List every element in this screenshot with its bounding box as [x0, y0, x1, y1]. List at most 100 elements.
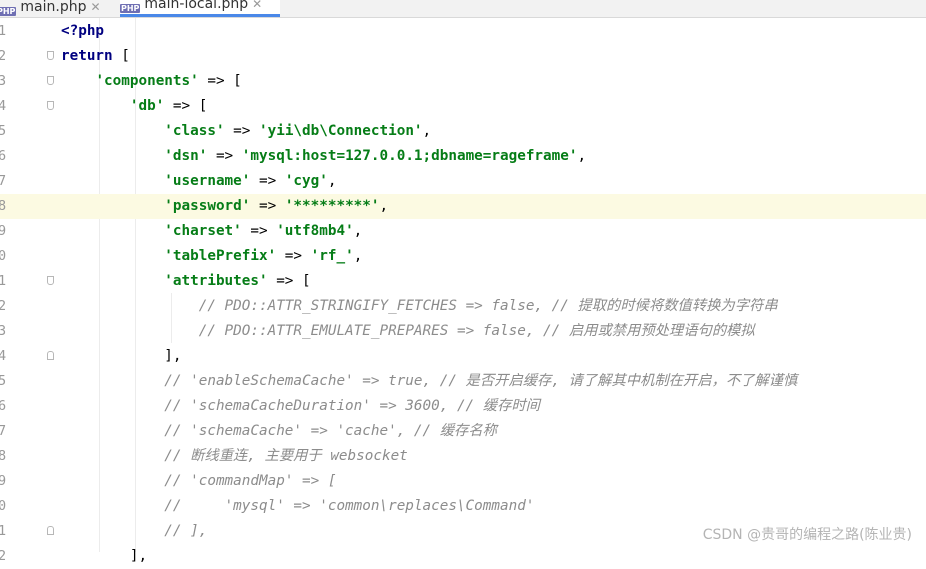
code-text: ], [61, 344, 182, 369]
code-text: return [ [61, 44, 130, 69]
code-line[interactable]: 2 ], [0, 544, 926, 569]
code-line[interactable]: 0 'tablePrefix' => 'rf_', [0, 244, 926, 269]
fold-marker-icon[interactable] [47, 351, 54, 360]
code-text: 'charset' => 'utf8mb4', [61, 219, 362, 244]
line-number: 1 [0, 523, 7, 539]
line-number: 4 [0, 98, 7, 114]
close-icon[interactable]: ✕ [252, 0, 262, 11]
code-text: // PDO::ATTR_STRINGIFY_FETCHES => false,… [61, 294, 778, 319]
code-token: 'components' [95, 73, 199, 89]
line-number: 2 [0, 548, 7, 564]
code-token: => [ [164, 98, 208, 114]
code-line[interactable]: 8 // 断线重连, 主要用于 websocket [0, 444, 926, 469]
code-token: ], [61, 348, 182, 364]
code-token: 'db' [129, 98, 165, 114]
line-number: 5 [0, 373, 7, 389]
code-text: 'tablePrefix' => 'rf_', [61, 244, 362, 269]
fold-marker-icon[interactable] [47, 526, 54, 535]
php-file-icon: PHP [120, 4, 141, 13]
code-token: 'charset' [164, 223, 242, 239]
fold-marker-icon[interactable] [47, 51, 54, 60]
code-token: // 断线重连, 主要用于 websocket [164, 448, 408, 464]
code-line[interactable]: 0 // 'mysql' => 'common\replaces\Command… [0, 494, 926, 519]
code-token: , [577, 148, 587, 164]
line-number: 6 [0, 148, 7, 164]
code-token: , [327, 173, 337, 189]
line-number: 4 [0, 348, 7, 364]
code-line[interactable]: 1 'attributes' => [ [0, 269, 926, 294]
code-line[interactable]: 5 'class' => 'yii\db\Connection', [0, 119, 926, 144]
code-token: // 'enableSchemaCache' => true, // 是否开启缓… [164, 373, 798, 389]
code-line[interactable]: 5 // 'enableSchemaCache' => true, // 是否开… [0, 369, 926, 394]
code-token: => [250, 198, 285, 214]
code-line[interactable]: 7 // 'schemaCache' => 'cache', // 缓存名称 [0, 419, 926, 444]
code-token: => [ [198, 73, 242, 89]
code-token: [ [112, 48, 130, 64]
code-line[interactable]: 3 // PDO::ATTR_EMULATE_PREPARES => false… [0, 319, 926, 344]
code-token: // 'commandMap' => [ [164, 473, 337, 489]
code-text: 'dsn' => 'mysql:host=127.0.0.1;dbname=ra… [61, 144, 586, 169]
line-number: 9 [0, 473, 7, 489]
code-line[interactable]: 3 'components' => [ [0, 69, 926, 94]
line-number: 2 [0, 298, 7, 314]
code-editor[interactable]: 1 <?php 2 return [3 'components' => [4 'db'… [0, 18, 926, 564]
line-number: 1 [0, 273, 7, 289]
tab-label: main.php [20, 0, 87, 15]
code-text: // 'schemaCacheDuration' => 3600, // 缓存时… [61, 394, 540, 419]
code-text: 'password' => '*********', [61, 194, 388, 219]
fold-marker-icon[interactable] [47, 101, 54, 110]
code-token: 'tablePrefix' [164, 248, 277, 264]
close-icon[interactable]: ✕ [91, 0, 101, 14]
code-line[interactable]: 4 ], [0, 344, 926, 369]
tab-main-php[interactable]: PHP main.php ✕ [0, 0, 110, 17]
code-token: => [224, 123, 259, 139]
code-token: <?php [61, 23, 105, 39]
line-number: 8 [0, 198, 7, 214]
code-text: // 断线重连, 主要用于 websocket [61, 444, 408, 469]
code-text: 'db' => [ [61, 94, 207, 119]
code-text: // 'schemaCache' => 'cache', // 缓存名称 [61, 419, 497, 444]
code-line[interactable]: 2 return [ [0, 44, 926, 69]
code-token: 'cyg' [284, 173, 328, 189]
code-line[interactable]: 8 'password' => '*********', [0, 194, 926, 219]
code-token: // PDO::ATTR_STRINGIFY_FETCHES => false,… [198, 298, 778, 314]
line-number: 5 [0, 123, 7, 139]
code-text: // PDO::ATTR_EMULATE_PREPARES => false, … [61, 319, 755, 344]
fold-marker-icon[interactable] [47, 276, 54, 285]
code-token: 'dsn' [164, 148, 208, 164]
line-number: 1 [0, 23, 7, 39]
code-line[interactable]: 6 'dsn' => 'mysql:host=127.0.0.1;dbname=… [0, 144, 926, 169]
code-text: 'class' => 'yii\db\Connection', [61, 119, 431, 144]
code-line[interactable]: 1 <?php [0, 19, 926, 44]
code-token: // PDO::ATTR_EMULATE_PREPARES => false, … [198, 323, 755, 339]
code-line[interactable]: 9 'charset' => 'utf8mb4', [0, 219, 926, 244]
code-line[interactable]: 2 // PDO::ATTR_STRINGIFY_FETCHES => fals… [0, 294, 926, 319]
code-line[interactable]: 6 // 'schemaCacheDuration' => 3600, // 缓… [0, 394, 926, 419]
code-token: ], [61, 548, 148, 564]
code-line[interactable]: 4 'db' => [ [0, 94, 926, 119]
code-token: => [ [267, 273, 311, 289]
code-token: 'username' [164, 173, 251, 189]
code-token: '*********' [284, 198, 380, 214]
tab-main-local-php[interactable]: PHP main-local.php ✕ [120, 0, 280, 17]
line-number: 9 [0, 223, 7, 239]
fold-marker-icon[interactable] [47, 76, 54, 85]
code-line[interactable]: 9 // 'commandMap' => [ [0, 469, 926, 494]
code-line[interactable]: 7 'username' => 'cyg', [0, 169, 926, 194]
line-number: 0 [0, 248, 7, 264]
code-text: 'attributes' => [ [61, 269, 311, 294]
code-token: , [379, 198, 389, 214]
code-token: => [241, 223, 277, 239]
